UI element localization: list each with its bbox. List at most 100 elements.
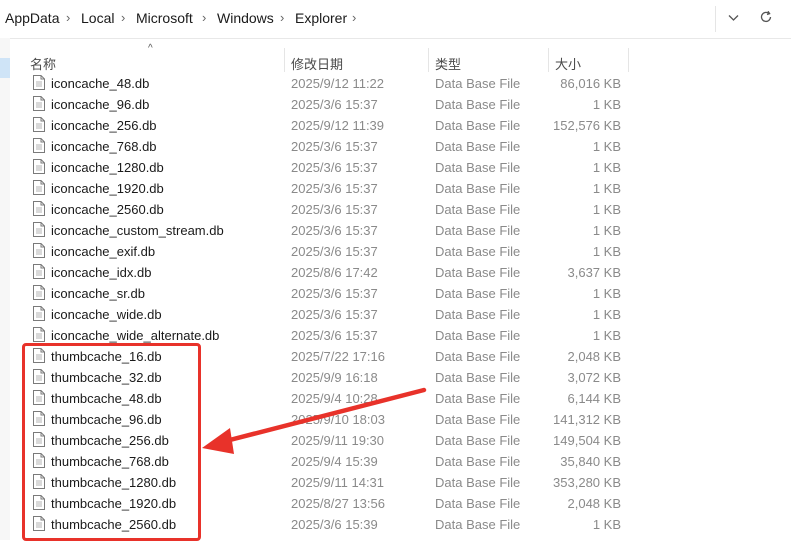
breadcrumb-explorer[interactable]: Explorer [295,10,347,26]
file-name[interactable]: iconcache_custom_stream.db [51,223,224,238]
address-bar[interactable]: AppData › Local › Microsoft › Windows › … [0,0,791,39]
column-divider[interactable] [628,48,629,72]
file-name[interactable]: iconcache_wide_alternate.db [51,328,219,343]
file-name[interactable]: iconcache_768.db [51,139,157,154]
file-size: 6,144 KB [567,391,622,406]
file-date: 2025/9/4 15:39 [291,454,378,469]
file-name[interactable]: iconcache_96.db [51,97,149,112]
file-date: 2025/3/6 15:37 [291,139,378,154]
column-header-row: 名称 修改日期 类型 大小 [10,38,791,72]
column-divider[interactable] [548,48,549,72]
database-file-icon [33,327,45,342]
file-type: Data Base File [435,454,521,469]
file-date: 2025/9/11 14:31 [291,475,385,490]
refresh-icon[interactable] [759,10,773,27]
column-header-date[interactable]: 修改日期 [291,54,343,73]
file-size: 86,016 KB [560,76,621,91]
column-divider[interactable] [284,48,285,72]
breadcrumb-microsoft[interactable]: Microsoft [136,10,193,26]
chevron-down-icon[interactable] [728,9,739,25]
file-row[interactable]: iconcache_custom_stream.db 2025/3/6 15:37… [0,220,791,241]
file-type: Data Base File [435,391,521,406]
file-size: 3,637 KB [567,265,622,280]
file-size: 1 KB [592,307,621,322]
file-row[interactable]: iconcache_idx.db 2025/8/6 17:42 Data Base … [0,262,791,283]
database-file-icon [33,159,45,174]
file-type: Data Base File [435,349,521,364]
file-name[interactable]: iconcache_2560.db [51,202,164,217]
file-date: 2025/3/6 15:37 [291,160,378,175]
file-date: 2025/3/6 15:37 [291,97,378,112]
file-row[interactable]: iconcache_1280.db 2025/3/6 15:37 Data Base… [0,157,791,178]
file-type: Data Base File [435,328,521,343]
file-name[interactable]: iconcache_1920.db [51,181,164,196]
file-size: 1 KB [592,139,621,154]
file-type: Data Base File [435,265,521,280]
highlight-box [22,343,201,541]
database-file-icon [33,285,45,300]
file-row[interactable]: iconcache_sr.db 2025/3/6 15:37 Data Base F… [0,283,791,304]
file-size: 1 KB [592,223,621,238]
file-type: Data Base File [435,202,521,217]
file-type: Data Base File [435,517,521,532]
file-size: 3,072 KB [567,370,622,385]
file-type: Data Base File [435,412,521,427]
file-type: Data Base File [435,76,521,91]
file-type: Data Base File [435,433,521,448]
file-date: 2025/9/11 19:30 [291,433,385,448]
file-date: 2025/9/4 10:28 [291,391,378,406]
breadcrumb-appdata[interactable]: AppData [5,10,59,26]
file-row[interactable]: iconcache_256.db 2025/9/12 11:39 Data Base… [0,115,791,136]
file-size: 1 KB [592,328,621,343]
breadcrumb-local[interactable]: Local [81,10,114,26]
file-name[interactable]: iconcache_sr.db [51,286,145,301]
file-size: 1 KB [592,181,621,196]
file-date: 2025/8/27 13:56 [291,496,385,511]
file-date: 2025/9/9 16:18 [291,370,378,385]
file-name[interactable]: iconcache_256.db [51,118,157,133]
file-name[interactable]: iconcache_exif.db [51,244,155,259]
file-name[interactable]: iconcache_48.db [51,76,149,91]
file-row[interactable]: iconcache_768.db 2025/3/6 15:37 Data Base … [0,136,791,157]
database-file-icon [33,306,45,321]
column-header-name[interactable]: 名称 [30,54,56,73]
column-divider[interactable] [428,48,429,72]
database-file-icon [33,222,45,237]
column-header-type[interactable]: 类型 [435,54,461,73]
file-date: 2025/3/6 15:37 [291,307,378,322]
file-size: 353,280 KB [553,475,621,490]
database-file-icon [33,75,45,90]
file-type: Data Base File [435,244,521,259]
file-size: 1 KB [592,286,621,301]
file-date: 2025/3/6 15:37 [291,328,378,343]
breadcrumb-windows[interactable]: Windows [217,10,274,26]
file-row[interactable]: iconcache_96.db 2025/3/6 15:37 Data Base F… [0,94,791,115]
column-header-size[interactable]: 大小 [555,54,581,73]
file-name[interactable]: iconcache_idx.db [51,265,151,280]
file-size: 1 KB [592,97,621,112]
file-date: 2025/9/12 11:39 [291,118,385,133]
file-size: 1 KB [592,202,621,217]
breadcrumb-separator-icon: › [280,10,285,25]
file-row[interactable]: iconcache_exif.db 2025/3/6 15:37 Data Base… [0,241,791,262]
file-row[interactable]: iconcache_1920.db 2025/3/6 15:37 Data Base… [0,178,791,199]
file-row[interactable]: iconcache_48.db 2025/9/12 11:22 Data Base … [0,73,791,94]
file-size: 35,840 KB [560,454,621,469]
file-date: 2025/3/6 15:37 [291,181,378,196]
database-file-icon [33,180,45,195]
database-file-icon [33,138,45,153]
database-file-icon [33,243,45,258]
file-size: 152,576 KB [553,118,621,133]
file-type: Data Base File [435,370,521,385]
file-row[interactable]: iconcache_2560.db 2025/3/6 15:37 Data Base… [0,199,791,220]
file-name[interactable]: iconcache_wide.db [51,307,162,322]
file-name[interactable]: iconcache_1280.db [51,160,164,175]
file-row[interactable]: iconcache_wide.db 2025/3/6 15:37 Data Base… [0,304,791,325]
database-file-icon [33,117,45,132]
file-type: Data Base File [435,181,521,196]
file-type: Data Base File [435,139,521,154]
file-size: 1 KB [592,517,621,532]
breadcrumb-separator-icon: › [352,10,357,25]
database-file-icon [33,96,45,111]
file-date: 2025/3/6 15:37 [291,244,378,259]
